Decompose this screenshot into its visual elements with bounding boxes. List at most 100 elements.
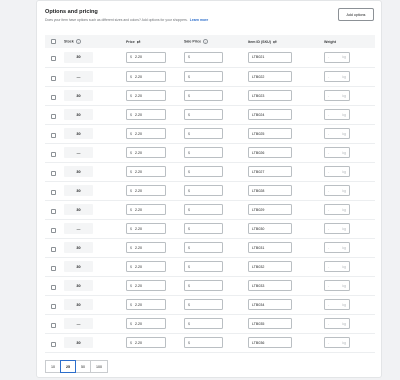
stock-value[interactable]: 30 [64,204,93,215]
sale-price-input[interactable]: $ [184,318,223,329]
stock-value[interactable]: — [64,71,93,82]
sale-price-input[interactable]: $ [184,128,223,139]
sku-input[interactable]: LTB027 [248,166,292,177]
stock-value[interactable]: 30 [64,109,93,120]
sku-input[interactable]: LTB031 [248,242,292,253]
price-input[interactable]: $2.20 [126,147,166,158]
stock-value[interactable]: 30 [64,242,93,253]
stock-value[interactable]: 30 [64,90,93,101]
weight-input[interactable]: - kg [324,109,350,120]
sku-input[interactable]: LTB036 [248,337,292,348]
price-input[interactable]: $2.20 [126,166,166,177]
sale-price-input[interactable]: $ [184,166,223,177]
weight-input[interactable]: - kg [324,128,350,139]
row-checkbox[interactable] [51,208,56,214]
sale-price-input[interactable]: $ [184,337,223,348]
price-input[interactable]: $2.20 [126,128,166,139]
sale-price-input[interactable]: $ [184,280,223,291]
page-size-option-100[interactable]: 100 [90,360,108,373]
header-price[interactable]: Price ⇄ [123,35,181,48]
row-checkbox[interactable] [51,56,56,62]
sku-input[interactable]: LTB029 [248,204,292,215]
price-input[interactable]: $2.20 [126,261,166,272]
sku-input[interactable]: LTB024 [248,109,292,120]
info-icon[interactable]: i [75,39,81,44]
weight-input[interactable]: - kg [324,71,350,82]
stock-value[interactable]: 30 [64,261,93,272]
stock-value[interactable]: 30 [64,337,93,348]
info-icon[interactable]: i [203,39,209,44]
sale-price-input[interactable]: $ [184,90,223,101]
sale-price-input[interactable]: $ [184,299,223,310]
price-input[interactable]: $2.20 [126,90,166,101]
select-all-checkbox[interactable] [51,38,56,44]
sku-input[interactable]: LTB023 [248,90,292,101]
weight-input[interactable]: - kg [324,318,350,329]
sort-arrows-icon[interactable]: ⇄ [273,39,277,44]
row-checkbox[interactable] [51,303,56,309]
sale-price-input[interactable]: $ [184,147,223,158]
sale-price-input[interactable]: $ [184,109,223,120]
add-options-button[interactable]: Add options [338,8,374,21]
sku-input[interactable]: LTB022 [248,71,292,82]
weight-input[interactable]: - kg [324,337,350,348]
header-item-id[interactable]: Item ID (SKU) ⇄ [245,35,321,48]
row-checkbox[interactable] [51,322,56,328]
sale-price-input[interactable]: $ [184,223,223,234]
price-input[interactable]: $2.20 [126,299,166,310]
sku-input[interactable]: LTB035 [248,318,292,329]
sale-price-input[interactable]: $ [184,51,223,63]
price-input[interactable]: $2.20 [126,204,166,215]
row-checkbox[interactable] [51,341,56,347]
stock-value[interactable]: 30 [64,128,93,139]
weight-input[interactable]: - kg [324,147,350,158]
price-input[interactable]: $2.20 [126,109,166,120]
weight-input[interactable]: - kg [324,223,350,234]
price-input[interactable]: $2.20 [126,280,166,291]
stock-value[interactable]: 30 [64,166,93,177]
sale-price-input[interactable]: $ [184,242,223,253]
sku-input[interactable]: LTB030 [248,223,292,234]
weight-input[interactable]: - kg [324,204,350,215]
row-checkbox[interactable] [51,75,56,81]
sku-input[interactable]: LTB025 [248,128,292,139]
row-checkbox[interactable] [51,246,56,252]
price-input[interactable]: $2.20 [126,337,166,348]
weight-input[interactable]: - kg [324,51,350,63]
sale-price-input[interactable]: $ [184,185,223,196]
stock-value[interactable]: 30 [64,51,93,63]
price-input[interactable]: $2.20 [126,71,166,82]
sku-input[interactable]: LTB026 [248,147,292,158]
stock-value[interactable]: 30 [64,299,93,310]
stock-value[interactable]: 30 [64,185,93,196]
price-input[interactable]: $2.20 [126,223,166,234]
weight-input[interactable]: - kg [324,261,350,272]
weight-input[interactable]: - kg [324,280,350,291]
row-checkbox[interactable] [51,227,56,233]
price-input[interactable]: $2.20 [126,318,166,329]
row-checkbox[interactable] [51,94,56,100]
price-input[interactable]: $2.20 [126,242,166,253]
stock-value[interactable]: — [64,318,93,329]
sale-price-input[interactable]: $ [184,71,223,82]
sku-input[interactable]: LTB028 [248,185,292,196]
row-checkbox[interactable] [51,265,56,271]
stock-value[interactable]: 30 [64,280,93,291]
row-checkbox[interactable] [51,170,56,176]
price-input[interactable]: $2.20 [126,185,166,196]
price-input[interactable]: $2.20 [126,51,166,63]
sort-arrows-icon[interactable]: ⇄ [137,39,141,44]
weight-input[interactable]: - kg [324,299,350,310]
stock-value[interactable]: — [64,147,93,158]
weight-input[interactable]: - kg [324,90,350,101]
sku-input[interactable]: LTB032 [248,261,292,272]
page-size-option-50[interactable]: 50 [75,360,91,373]
row-checkbox[interactable] [51,151,56,157]
weight-input[interactable]: - kg [324,166,350,177]
stock-value[interactable]: — [64,223,93,234]
sale-price-input[interactable]: $ [184,261,223,272]
learn-more-link[interactable]: Learn more [190,18,208,22]
page-size-option-25[interactable]: 25 [60,360,76,373]
row-checkbox[interactable] [51,284,56,290]
sku-input[interactable]: LTB033 [248,280,292,291]
